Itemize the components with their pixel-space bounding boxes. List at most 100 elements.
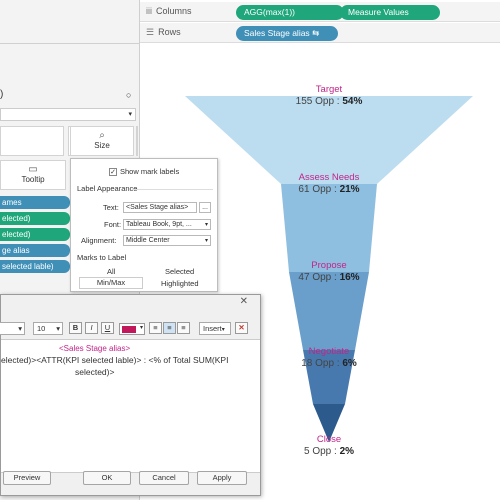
editor-field-a: elected)> xyxy=(1,355,37,365)
stage-name-label: Propose xyxy=(311,260,347,271)
stage-value-label: 61 Opp : 21% xyxy=(249,184,409,195)
editor-separator: : xyxy=(141,355,149,365)
color-button[interactable] xyxy=(0,126,64,156)
editor-line-3: selected)> xyxy=(75,367,115,377)
stage-percent: 21% xyxy=(339,184,360,195)
stage-percent: 54% xyxy=(342,96,363,107)
stage-name-label: Assess Needs xyxy=(298,172,360,183)
tooltip-icon: ▭ xyxy=(28,164,38,175)
font-family-select[interactable]: ▾ xyxy=(0,322,25,335)
underline-button[interactable]: U xyxy=(101,322,114,334)
stage-value-label: 47 Opp : 16% xyxy=(249,272,409,283)
font-size-select[interactable]: 10 ▾ xyxy=(33,322,63,335)
option-all[interactable]: All xyxy=(107,267,115,276)
rows-icon: ☰ xyxy=(146,27,155,37)
editor-line-1: <Sales Stage alias> xyxy=(59,344,131,353)
mark-type-dropdown[interactable]: ▾ xyxy=(0,108,136,121)
chevron-down-icon: ▾ xyxy=(204,222,208,228)
insert-label: Insert xyxy=(203,324,222,333)
marks-pill-1[interactable]: ames xyxy=(0,196,70,209)
columns-shelf[interactable]: iii Columns AGG(max(1)) Measure Values xyxy=(140,2,500,22)
marks-pill-5[interactable]: selected lable) xyxy=(0,260,70,273)
funnel-segment-target[interactable] xyxy=(185,96,473,184)
show-mark-labels-text: Show mark labels xyxy=(120,167,180,176)
cancel-button[interactable]: Cancel xyxy=(139,471,189,485)
stage-name-label: Target xyxy=(315,84,343,95)
chevron-down-icon: ▾ xyxy=(18,324,22,333)
marks-pill-4[interactable]: ge alias xyxy=(0,244,70,257)
show-mark-labels-row[interactable]: ✓ Show mark labels xyxy=(109,167,180,177)
rows-pill-text: Sales Stage alias xyxy=(244,28,310,38)
text-more-button[interactable]: ... xyxy=(199,202,211,213)
stage-opp-count: 5 Opp : xyxy=(303,446,340,457)
font-dropdown[interactable]: Tableau Book, 9pt, ... ▾ xyxy=(123,219,211,230)
rows-pill-sales-stage[interactable]: Sales Stage alias ⇆ xyxy=(236,26,338,41)
marks-pill-3[interactable]: elected) xyxy=(0,228,70,241)
stage-opp-count: 155 Opp : xyxy=(295,96,343,107)
font-value: Tableau Book, 9pt, ... xyxy=(126,221,192,228)
align-right-button[interactable]: ≡ xyxy=(177,322,190,334)
spacer xyxy=(136,126,138,156)
chevron-down-icon: ▾ xyxy=(139,325,143,331)
preview-button[interactable]: Preview xyxy=(3,471,51,485)
text-field[interactable]: <Sales Stage alias> xyxy=(123,202,197,213)
stage-name-label: Close xyxy=(316,434,342,445)
option-minmax[interactable]: Min/Max xyxy=(79,277,143,289)
option-selected[interactable]: Selected xyxy=(165,267,194,276)
align-center-button[interactable]: ≡ xyxy=(163,322,176,334)
marks-pill-2[interactable]: elected) xyxy=(0,212,70,225)
stage-value-label: 5 Opp : 2% xyxy=(249,446,409,457)
stage-opp-count: 18 Opp : xyxy=(301,358,343,369)
funnel-segment-propose[interactable] xyxy=(289,272,369,350)
stage-opp-count: 47 Opp : xyxy=(298,272,340,283)
stage-value-label: 18 Opp : 6% xyxy=(249,358,409,369)
alignment-dropdown[interactable]: Middle Center ▾ xyxy=(123,235,211,246)
text-label: Text: xyxy=(103,203,119,212)
insert-button[interactable]: Insert▾ xyxy=(199,322,231,335)
label-popup: ✓ Show mark labels Label Appearance Text:… xyxy=(70,158,218,292)
stage-percent: 2% xyxy=(339,446,355,457)
clear-icon[interactable]: ✕ xyxy=(235,322,248,334)
editor-field-d: <% of Total SUM(KPI xyxy=(148,355,229,365)
size-box[interactable]: ⌕ Size xyxy=(70,126,134,156)
columns-icon: iii xyxy=(146,6,152,16)
radio-icon[interactable]: ○ xyxy=(126,90,131,100)
size-text: Size xyxy=(94,141,110,150)
editor-line-2: elected)><ATTR(KPI selected lable)> : <%… xyxy=(1,355,228,365)
size-magnifier-icon: ⌕ xyxy=(99,130,105,141)
edit-label-dialog: ✕ ▾ 10 ▾ B I U ▾ ≡ ≡ ≡ Insert▾ ✕ <Sales S… xyxy=(0,294,261,496)
appearance-title: Label Appearance xyxy=(77,184,138,193)
apply-button[interactable]: Apply xyxy=(197,471,247,485)
pane-value: ) xyxy=(0,89,4,100)
columns-pill-agg[interactable]: AGG(max(1)) xyxy=(236,5,344,20)
chevron-down-icon: ▾ xyxy=(56,324,60,333)
italic-button[interactable]: I xyxy=(85,322,98,334)
divider xyxy=(133,189,213,190)
stage-name-label: Negotiate xyxy=(308,346,350,357)
funnel-segment-assess-needs[interactable] xyxy=(281,184,377,272)
ok-button[interactable]: OK xyxy=(83,471,131,485)
close-icon[interactable]: ✕ xyxy=(240,296,248,307)
rows-shelf-label: ☰ Rows xyxy=(146,27,181,38)
alignment-label: Alignment: xyxy=(81,236,117,245)
bold-button[interactable]: B xyxy=(69,322,82,334)
show-mark-labels-checkbox[interactable]: ✓ xyxy=(109,168,117,177)
filter-icon: ⇆ xyxy=(312,28,320,38)
rows-shelf[interactable]: ☰ Rows Sales Stage alias ⇆ xyxy=(140,23,500,43)
tooltip-button[interactable]: ▭ Tooltip xyxy=(0,160,66,190)
marks-to-label-title: Marks to Label xyxy=(77,253,127,262)
stage-percent: 16% xyxy=(339,272,360,283)
color-swatch xyxy=(122,326,136,333)
chevron-down-icon: ▾ xyxy=(221,327,225,333)
text-color-button[interactable]: ▾ xyxy=(119,323,145,335)
option-highlighted[interactable]: Highlighted xyxy=(161,279,199,288)
label-editor[interactable]: <Sales Stage alias> elected)><ATTR(KPI s… xyxy=(1,339,260,473)
tooltip-label: Tooltip xyxy=(21,175,45,184)
font-size-value: 10 xyxy=(37,324,46,333)
columns-shelf-label: iii Columns xyxy=(146,6,192,16)
align-left-button[interactable]: ≡ xyxy=(149,322,162,334)
stage-value-label: 155 Opp : 54% xyxy=(249,96,409,107)
font-label: Font: xyxy=(104,220,122,229)
columns-pill-measure-values[interactable]: Measure Values xyxy=(340,5,440,20)
alignment-value: Middle Center xyxy=(126,237,170,244)
